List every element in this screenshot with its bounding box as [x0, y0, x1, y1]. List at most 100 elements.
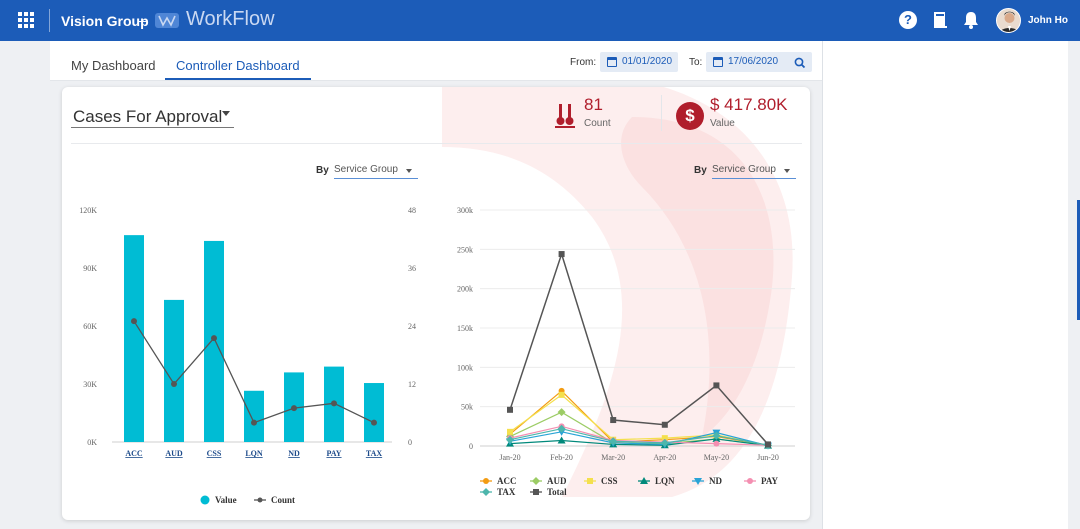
bar-category-label: CSS	[207, 449, 222, 458]
title-separator: –	[139, 12, 147, 28]
help-icon[interactable]: ?	[899, 11, 917, 29]
legend-value-swatch	[200, 495, 210, 505]
series-line-total	[509, 251, 769, 445]
legend-count-swatch	[257, 497, 263, 503]
line-x-tick: May-20	[704, 453, 729, 462]
bar-y-left-tick: 120K	[79, 206, 97, 215]
from-date-field[interactable]: 01/01/2020	[600, 52, 678, 72]
series-point-lqn	[557, 436, 566, 444]
count-point	[131, 318, 137, 325]
user-photo-icon	[997, 9, 1020, 32]
avatar[interactable]	[996, 8, 1021, 33]
search-icon[interactable]	[792, 55, 808, 71]
bar-value	[364, 383, 384, 442]
from-date-value: 01/01/2020	[622, 56, 673, 67]
line-x-tick: Jan-20	[499, 453, 520, 462]
legend-marker-tax	[482, 488, 490, 496]
legend-marker-aud	[532, 477, 540, 485]
line-y-tick: 0	[469, 442, 473, 451]
bar-y-right-tick: 36	[408, 264, 416, 273]
series-point-aud	[557, 408, 566, 417]
series-point-total	[558, 251, 565, 258]
left-margin	[0, 41, 50, 529]
top-bar: Vision Group – WorkFlow ? John Ho	[0, 0, 1080, 41]
count-point	[371, 419, 377, 426]
series-point-css	[558, 391, 565, 398]
header-divider	[49, 9, 50, 32]
count-point	[251, 419, 257, 426]
line-x-tick: Feb-20	[550, 453, 573, 462]
legend-label-tax: TAX	[497, 487, 516, 497]
legend-label-css: CSS	[601, 476, 618, 486]
bar-value	[204, 240, 224, 442]
series-point-pay	[713, 440, 720, 447]
tab-controller-dashboard[interactable]: Controller Dashboard	[176, 58, 300, 73]
bell-icon[interactable]	[963, 11, 979, 29]
legend-label-pay: PAY	[761, 476, 779, 486]
bar-y-left-tick: 90K	[83, 264, 97, 273]
bar-category-label: ACC	[125, 449, 143, 458]
legend-marker-total	[533, 489, 539, 495]
bar-y-right-tick: 0	[408, 438, 412, 447]
line-y-tick: 150k	[457, 324, 473, 333]
bar-value	[244, 390, 264, 442]
to-label: To:	[689, 57, 703, 68]
charts-area: 0K 30K 60K 90K 120K 0 12 24 36 48 ACC AUD CSS LQN ND PA…	[79, 206, 795, 505]
line-x-tick: Apr-20	[653, 453, 676, 462]
active-tab-indicator	[165, 78, 311, 80]
line-x-tick: Jun-20	[757, 453, 779, 462]
cases-for-approval-card: Cases For Approval 81 Count $ $ 417.80K …	[62, 87, 810, 520]
bar-value	[124, 235, 144, 442]
user-name[interactable]: John Ho	[1028, 15, 1068, 26]
series-point-total	[507, 406, 513, 413]
bar-category-label: TAX	[366, 449, 383, 458]
bar-category-label: PAY	[326, 449, 341, 458]
legend-label-total: Total	[547, 487, 567, 497]
series-point-total	[713, 382, 720, 389]
from-label: From:	[570, 57, 597, 68]
legend-label-nd: ND	[709, 476, 722, 486]
app-launcher-icon[interactable]	[18, 12, 34, 28]
org-name: Vision Group	[61, 13, 149, 29]
count-point	[211, 335, 217, 342]
legend-marker-pay	[747, 478, 753, 484]
to-date-value: 17/06/2020	[728, 56, 779, 67]
calendar-icon	[607, 57, 617, 67]
series-point-total	[661, 421, 668, 428]
count-point	[331, 400, 337, 407]
series-point-total	[765, 441, 771, 448]
tab-my-dashboard[interactable]: My Dashboard	[71, 58, 156, 73]
line-y-tick: 100k	[457, 363, 473, 372]
bar-category-label: AUD	[165, 449, 183, 458]
bar-y-right-tick: 48	[408, 206, 416, 215]
legend-marker-acc	[483, 478, 489, 484]
book-icon[interactable]	[932, 11, 948, 29]
legend-label-aud: AUD	[547, 476, 567, 486]
line-x-tick: Mar-20	[601, 453, 625, 462]
workflow-logo-icon	[155, 13, 179, 28]
dashboard-tab-bar: My Dashboard Controller Dashboard From: …	[50, 41, 822, 81]
bar-category-label: LQN	[245, 449, 263, 458]
bar-y-left-tick: 0K	[87, 438, 97, 447]
line-y-tick: 50k	[461, 403, 473, 412]
bar-y-left-tick: 30K	[83, 380, 97, 389]
bar-y-right-tick: 12	[408, 380, 416, 389]
series-point-total	[610, 417, 617, 424]
legend-count-label: Count	[271, 495, 295, 505]
legend-label-lqn: LQN	[655, 476, 675, 486]
legend-label-acc: ACC	[497, 476, 517, 486]
bar-category-label: ND	[288, 449, 300, 458]
line-y-tick: 300k	[457, 206, 473, 215]
count-point	[171, 381, 177, 387]
count-point	[291, 405, 297, 412]
calendar-icon	[713, 57, 723, 67]
right-side-panel	[822, 41, 1068, 529]
legend-marker-css	[587, 478, 593, 484]
legend-value-label: Value	[215, 495, 237, 505]
series-point-css	[507, 428, 513, 435]
line-y-tick: 200k	[457, 285, 473, 294]
line-y-tick: 250k	[457, 245, 473, 254]
bar-y-right-tick: 24	[408, 322, 416, 331]
bar-y-left-tick: 60K	[83, 322, 97, 331]
bar-value	[164, 299, 184, 442]
